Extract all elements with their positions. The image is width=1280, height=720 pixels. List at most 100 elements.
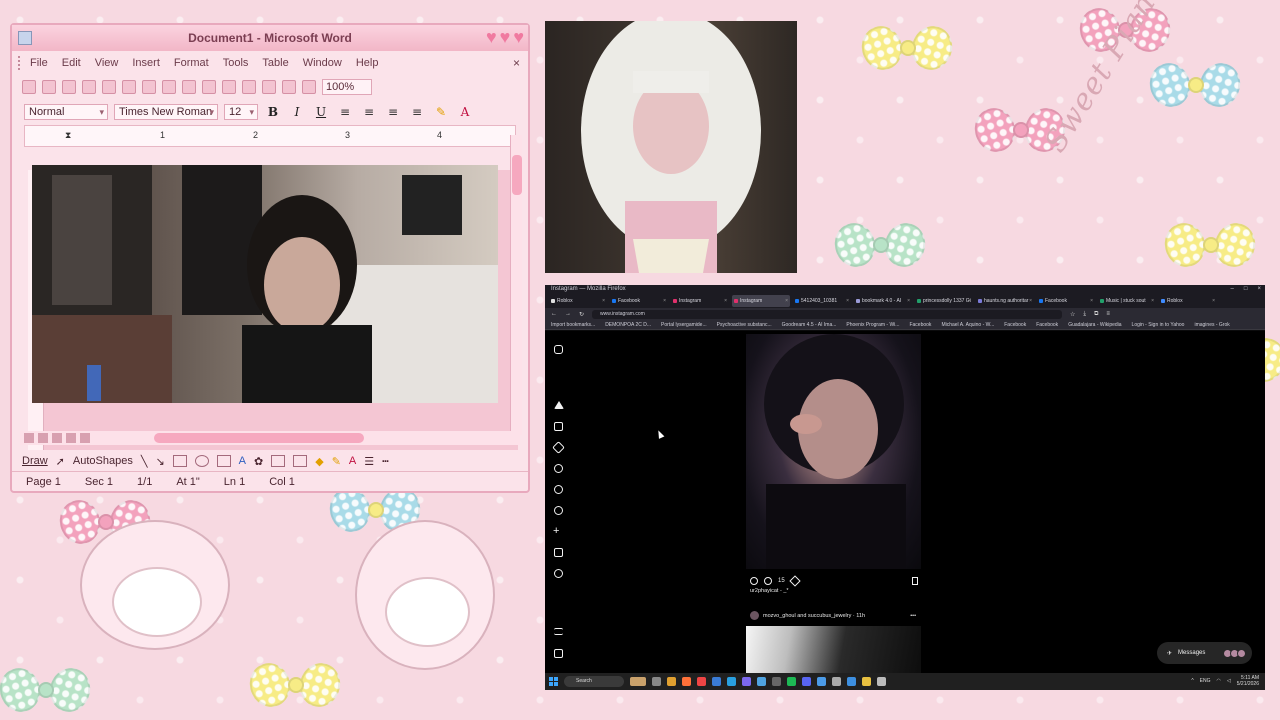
open-folder-icon[interactable] [42, 80, 56, 94]
reload-icon[interactable]: ↻ [579, 311, 584, 318]
file-explorer-icon[interactable] [667, 677, 676, 686]
undo-icon[interactable] [222, 80, 236, 94]
bookmark-item[interactable]: Import bookmarks... [551, 322, 595, 328]
font-color-icon[interactable]: A [456, 105, 474, 119]
app-icon[interactable] [697, 677, 706, 686]
close-document-button[interactable]: × [513, 56, 520, 70]
highlight-icon[interactable]: ✎ [432, 105, 450, 119]
line-style-icon[interactable]: ☰ [364, 455, 374, 468]
tab-close-icon[interactable]: × [724, 295, 727, 307]
minimize-heart-icon[interactable]: ♥ [486, 28, 497, 46]
tab-close-icon[interactable]: × [846, 295, 849, 307]
bookmark-item[interactable]: DEMONPOA 2C D... [605, 322, 651, 328]
comment-icon[interactable] [764, 577, 772, 585]
format-painter-icon[interactable] [202, 80, 216, 94]
browser-tab[interactable]: Roblox × [1159, 295, 1217, 307]
wifi-icon[interactable]: ◠ [1217, 678, 1221, 684]
back-icon[interactable]: ← [551, 311, 557, 317]
next-post-author[interactable]: mozvo_ghoul and succubus_jewelry · 11h [763, 613, 865, 619]
clock[interactable]: 5:11 AM 5/21/2026 [1237, 675, 1259, 687]
bookmark-item[interactable]: Facebook [909, 322, 931, 328]
bookmark-item[interactable]: imagines - Grok [1194, 322, 1229, 328]
bookmark-item[interactable]: Login - Sign in to Yahoo [1132, 322, 1185, 328]
align-left-icon[interactable]: ≡ [336, 105, 354, 119]
zoom-select[interactable]: 100% [322, 79, 372, 95]
menu-file[interactable]: File [30, 57, 48, 69]
firefox-icon[interactable] [682, 677, 691, 686]
app-icon[interactable] [742, 677, 751, 686]
tab-close-icon[interactable]: × [1212, 295, 1215, 307]
instagram-logo-icon[interactable] [554, 345, 563, 354]
tab-close-icon[interactable]: × [907, 295, 910, 307]
menu-help[interactable]: Help [356, 57, 379, 69]
downloads-icon[interactable]: ⤓ [1083, 311, 1086, 318]
word-icon[interactable] [712, 677, 721, 686]
line-icon[interactable]: ╲ [141, 455, 148, 468]
text-box-icon[interactable] [216, 455, 231, 467]
heart-icon[interactable] [554, 506, 563, 515]
tables-icon[interactable] [282, 80, 296, 94]
create-icon[interactable]: + [553, 526, 562, 537]
app-icon[interactable] [727, 677, 736, 686]
messages-button[interactable]: ✈ Messages [1157, 642, 1252, 664]
home-icon[interactable] [554, 401, 564, 409]
bookmark-star-icon[interactable]: ☆ [1070, 311, 1075, 318]
cut-icon[interactable] [162, 80, 176, 94]
menu-edit[interactable]: Edit [62, 57, 81, 69]
word-titlebar[interactable]: Document1 - Microsoft Word ♥ ♥ ♥ [12, 25, 528, 51]
diagram-icon[interactable]: ✿ [254, 455, 263, 468]
print-layout-icon[interactable] [52, 433, 62, 443]
fill-color-icon[interactable]: ◆ [315, 455, 323, 468]
wordart-icon[interactable]: A [239, 455, 246, 467]
browser-tab[interactable]: haunts.ng authoritar × [976, 295, 1034, 307]
widget-icon[interactable] [630, 677, 646, 686]
firefox-window[interactable]: Instagram — Mozilla Firefox – □ × Roblox… [545, 285, 1265, 690]
print-preview-icon[interactable] [122, 80, 136, 94]
app-icon[interactable] [817, 677, 826, 686]
task-view-icon[interactable] [652, 677, 661, 686]
browser-tab[interactable]: Facebook × [1037, 295, 1095, 307]
menu-window[interactable]: Window [303, 57, 342, 69]
scroll-thumb[interactable] [154, 433, 364, 443]
avatar[interactable] [750, 611, 759, 620]
normal-view-icon[interactable] [24, 433, 34, 443]
save-post-icon[interactable] [912, 577, 918, 585]
autoshapes-button[interactable]: AutoShapes [73, 455, 133, 467]
menu-view[interactable]: View [95, 57, 119, 69]
font-color-draw-icon[interactable]: A [349, 455, 356, 467]
bold-button[interactable]: B [264, 105, 282, 119]
menu-icon[interactable] [554, 628, 563, 635]
rectangle-icon[interactable] [172, 455, 187, 467]
browser-tab[interactable]: bookmark 4.0 - AI × [854, 295, 912, 307]
browser-tab[interactable]: Roblox × [549, 295, 607, 307]
bookmark-item[interactable]: Facebook [1036, 322, 1058, 328]
search-icon[interactable] [554, 464, 563, 473]
close-icon[interactable]: × [1257, 285, 1261, 294]
maximize-icon[interactable]: □ [1244, 285, 1248, 294]
start-button[interactable] [549, 677, 558, 686]
bookmark-item[interactable]: Phoenix Program - Wi... [846, 322, 899, 328]
line-color-icon[interactable]: ✎ [332, 455, 341, 468]
horizontal-ruler[interactable]: ⧗ 1 2 3 4 [24, 125, 516, 147]
underline-button[interactable]: U [312, 105, 330, 119]
instagram-page[interactable]: + 15 ur2phayicat - _* mozvo_ghoul and su… [545, 331, 1265, 673]
send-icon[interactable] [552, 441, 565, 454]
close-heart-icon[interactable]: ♥ [513, 28, 524, 46]
browser-tab[interactable]: Music | stuck sout × [1098, 295, 1156, 307]
justify-icon[interactable]: ≡ [408, 105, 426, 119]
print-icon[interactable] [102, 80, 116, 94]
volume-icon[interactable]: ◁ [1227, 678, 1231, 684]
style-select[interactable]: Normal [24, 104, 108, 120]
tab-close-icon[interactable]: × [663, 295, 666, 307]
app-icon[interactable] [832, 677, 841, 686]
browser-tab[interactable]: Facebook × [610, 295, 668, 307]
hyperlink-icon[interactable] [262, 80, 276, 94]
tab-close-icon[interactable]: × [1151, 295, 1154, 307]
browser-tab[interactable]: 5412403_10381 × [793, 295, 851, 307]
lang-indicator[interactable]: ENG [1200, 678, 1211, 684]
share-icon[interactable] [789, 575, 801, 587]
font-select[interactable]: Times New Roman [114, 104, 218, 120]
bookmark-item[interactable]: Michael A. Aquino - W... [941, 322, 994, 328]
folder-icon[interactable] [862, 677, 871, 686]
app-icon[interactable] [877, 677, 886, 686]
